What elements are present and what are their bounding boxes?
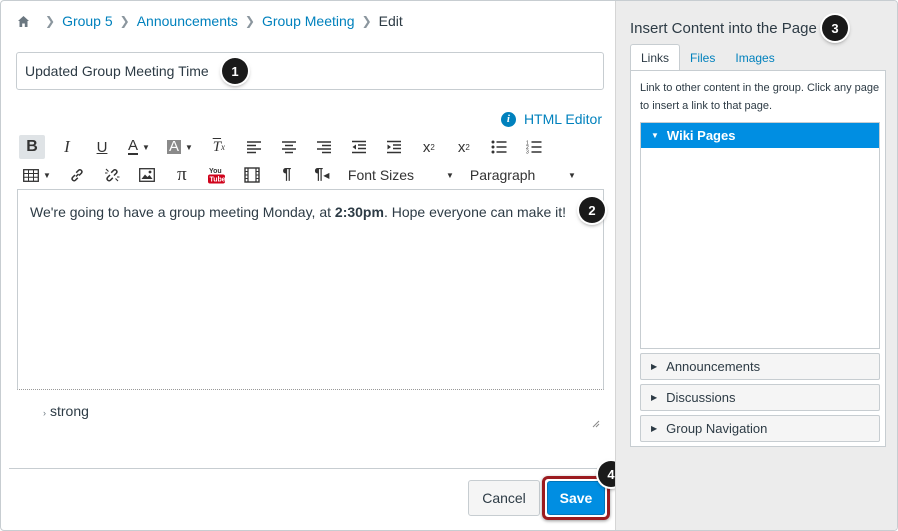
cancel-button[interactable]: Cancel: [468, 480, 540, 516]
paragraph-select[interactable]: Paragraph ▼: [466, 163, 580, 187]
breadcrumb-current: Edit: [378, 13, 403, 29]
media-icon[interactable]: [239, 163, 265, 187]
chevron-right-icon: ❯: [244, 14, 255, 28]
triangle-down-icon: ▼: [651, 131, 659, 140]
paragraph-label: Paragraph: [469, 167, 536, 183]
font-sizes-select[interactable]: Font Sizes ▼: [344, 163, 458, 187]
tab-images[interactable]: Images: [725, 46, 784, 70]
announcements-label: Announcements: [666, 359, 761, 374]
edit-page: ❯ Group 5 ❯ Announcements ❯ Group Meetin…: [0, 0, 898, 531]
triangle-right-icon: ▶: [651, 362, 658, 371]
rich-content-editor[interactable]: We're going to have a group meeting Mond…: [17, 189, 604, 390]
announcements-section[interactable]: ▶ Announcements: [640, 353, 880, 380]
group-navigation-label: Group Navigation: [666, 421, 768, 436]
callout-2: 2: [579, 197, 605, 223]
editor-statusbar: › strong: [17, 391, 604, 429]
discussions-section[interactable]: ▶ Discussions: [640, 384, 880, 411]
wiki-pages-section: ▼ Wiki Pages: [640, 122, 880, 349]
save-button[interactable]: Save: [547, 481, 605, 515]
image-icon[interactable]: [134, 163, 160, 187]
youtube-icon[interactable]: You Tube: [204, 163, 230, 187]
align-right-icon[interactable]: [311, 135, 337, 159]
link-icon[interactable]: [64, 163, 90, 187]
svg-text:You: You: [209, 168, 222, 175]
editor-text-bold: 2:30pm: [334, 204, 384, 220]
editor-text-before: We're going to have a group meeting Mond…: [30, 204, 335, 220]
underline-icon[interactable]: U: [89, 135, 115, 159]
callout-1: 1: [222, 58, 248, 84]
align-left-icon[interactable]: [241, 135, 267, 159]
background-color-icon[interactable]: A ▼: [163, 135, 197, 159]
links-tab-panel: Link to other content in the group. Clic…: [630, 70, 886, 447]
info-icon: i: [500, 111, 516, 127]
resize-handle-icon[interactable]: [592, 415, 600, 428]
wiki-pages-header[interactable]: ▼ Wiki Pages: [641, 123, 879, 148]
numbered-list-icon[interactable]: 123: [521, 135, 547, 159]
editor-text-after: . Hope everyone can make it!: [383, 204, 567, 220]
bullet-list-icon[interactable]: [486, 135, 512, 159]
element-path[interactable]: › strong: [43, 403, 89, 419]
home-icon[interactable]: [17, 15, 30, 28]
ltr-paragraph-icon[interactable]: ¶: [274, 163, 300, 187]
triangle-right-icon: ▶: [651, 393, 658, 402]
element-path-label: strong: [50, 403, 89, 419]
toolbar-row-2: ▼ π You Tube ¶ ¶ ◀ Font Sizes ▼ Paragrap…: [19, 162, 604, 188]
text-color-icon[interactable]: A ▼: [124, 135, 154, 159]
callout-3: 3: [822, 15, 848, 41]
rtl-paragraph-icon[interactable]: ¶ ◀: [309, 163, 335, 187]
svg-text:Tube: Tube: [210, 177, 226, 184]
toolbar-row-1: B I U A ▼ A ▼ Tx x2 x2 1 2 3: [19, 134, 604, 160]
indent-icon[interactable]: [381, 135, 407, 159]
insert-content-panel: Insert Content into the Page Links Files…: [615, 1, 897, 530]
group-navigation-section[interactable]: ▶ Group Navigation: [640, 415, 880, 442]
html-editor-link[interactable]: i HTML Editor: [500, 111, 602, 127]
panel-tabs: Links Files Images: [630, 44, 785, 71]
bold-icon[interactable]: B: [19, 135, 45, 159]
links-description: Link to other content in the group. Clic…: [640, 82, 880, 112]
svg-text:3: 3: [526, 150, 529, 155]
breadcrumb-announcements[interactable]: Announcements: [137, 13, 238, 29]
equation-icon[interactable]: π: [169, 163, 195, 187]
italic-icon[interactable]: I: [54, 135, 80, 159]
title-input-value: Updated Group Meeting Time: [25, 63, 209, 79]
clear-formatting-icon[interactable]: Tx: [206, 135, 232, 159]
html-editor-label: HTML Editor: [523, 111, 602, 127]
tab-links[interactable]: Links: [630, 44, 681, 71]
subscript-icon[interactable]: x2: [451, 135, 477, 159]
chevron-right-icon: ❯: [119, 14, 130, 28]
table-icon[interactable]: ▼: [19, 163, 55, 187]
wiki-pages-label: Wiki Pages: [666, 128, 736, 143]
discussions-label: Discussions: [666, 390, 736, 405]
outdent-icon[interactable]: [346, 135, 372, 159]
unlink-icon[interactable]: [99, 163, 125, 187]
breadcrumb-group[interactable]: Group 5: [62, 13, 113, 29]
font-sizes-label: Font Sizes: [347, 167, 415, 183]
align-center-icon[interactable]: [276, 135, 302, 159]
footer-divider: [9, 468, 613, 469]
breadcrumb-group-meeting[interactable]: Group Meeting: [262, 13, 355, 29]
breadcrumb: ❯ Group 5 ❯ Announcements ❯ Group Meetin…: [17, 12, 403, 30]
triangle-right-icon: ▶: [651, 424, 658, 433]
chevron-right-icon: ❯: [45, 14, 56, 28]
editor-toolbar: B I U A ▼ A ▼ Tx x2 x2 1 2 3 ▼ π You Tub…: [19, 134, 604, 190]
chevron-right-icon: ❯: [361, 14, 372, 28]
tab-files[interactable]: Files: [680, 46, 725, 70]
title-input[interactable]: Updated Group Meeting Time: [16, 52, 604, 90]
panel-title: Insert Content into the Page: [630, 20, 817, 37]
chevron-down-icon: ▼: [446, 170, 454, 180]
superscript-icon[interactable]: x2: [416, 135, 442, 159]
chevron-down-icon: ▼: [568, 170, 576, 180]
